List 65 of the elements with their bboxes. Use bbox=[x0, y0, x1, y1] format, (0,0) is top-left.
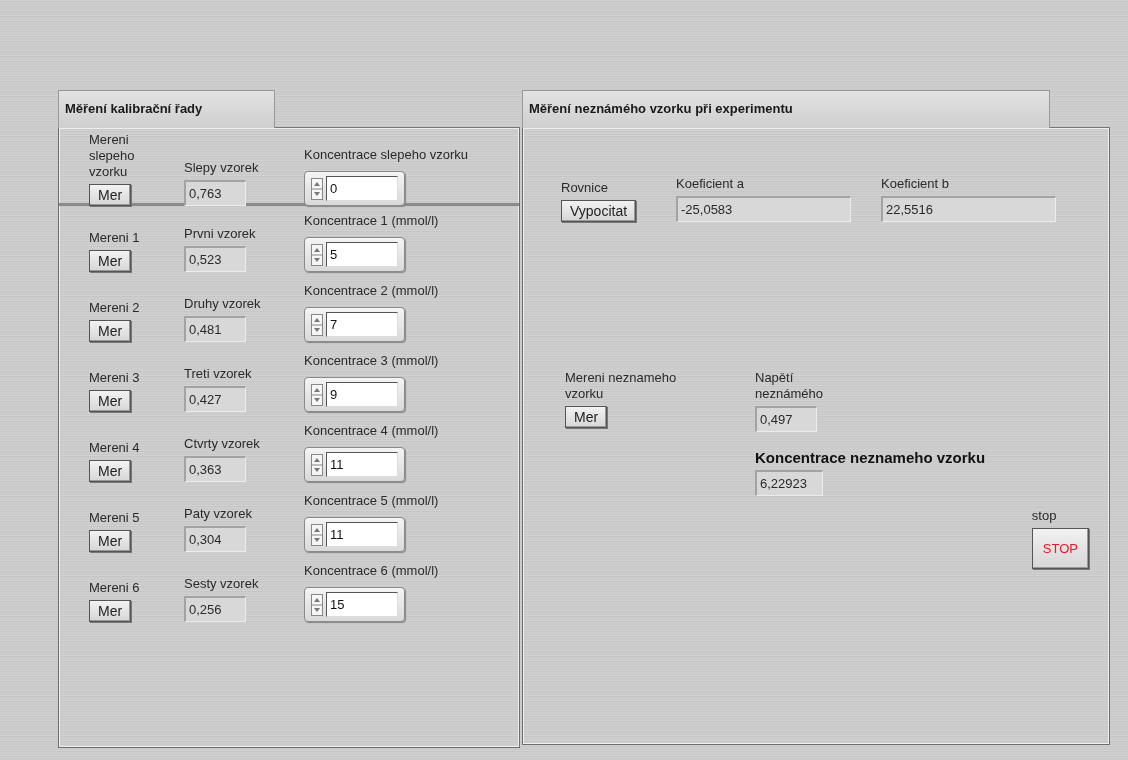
field-label: Druhy vzorek bbox=[184, 296, 261, 312]
measure-button[interactable]: Mer bbox=[565, 406, 608, 428]
measure-button[interactable]: Mer bbox=[89, 250, 132, 272]
number-field[interactable]: 9 bbox=[326, 382, 398, 407]
button-label: Mereni 3 bbox=[89, 370, 140, 386]
spinner-icon[interactable] bbox=[311, 453, 323, 476]
field-label: Koncentrace 1 (mmol/l) bbox=[304, 213, 439, 229]
value-display: 0,497 bbox=[755, 406, 817, 432]
button-label: stop bbox=[1031, 508, 1057, 524]
field-label: Koncentrace 4 (mmol/l) bbox=[304, 423, 439, 439]
value-display: 0,427 bbox=[184, 386, 246, 412]
field-label: Koncentrace 6 (mmol/l) bbox=[304, 563, 439, 579]
button-label: Mereni 6 bbox=[89, 580, 140, 596]
value-display: 0,763 bbox=[184, 180, 246, 206]
number-field[interactable]: 11 bbox=[326, 522, 398, 547]
field-label: Prvni vzorek bbox=[184, 226, 256, 242]
value-display: 0,363 bbox=[184, 456, 246, 482]
spinner-icon[interactable] bbox=[311, 243, 323, 266]
number-field[interactable]: 0 bbox=[326, 176, 398, 201]
value-display: 22,5516 bbox=[881, 196, 1056, 222]
button-label: Rovnice bbox=[561, 180, 608, 196]
value-display: -25,0583 bbox=[676, 196, 851, 222]
number-field[interactable]: 5 bbox=[326, 242, 398, 267]
button-label: Mereni 1 bbox=[89, 230, 140, 246]
button-label: Mereni neznameho vzorku bbox=[565, 370, 678, 402]
field-label: Koncentrace neznameho vzorku bbox=[755, 450, 986, 466]
spinner-icon[interactable] bbox=[311, 383, 323, 406]
value-display: 0,481 bbox=[184, 316, 246, 342]
measure-button[interactable]: Mer bbox=[89, 320, 132, 342]
panel-tab[interactable]: Měření kalibrační řady bbox=[58, 90, 275, 128]
field-label: Koeficient a bbox=[676, 176, 744, 192]
field-label: Napětí neznámého bbox=[755, 370, 824, 402]
measure-button[interactable]: Mer bbox=[89, 184, 132, 206]
button-label: Mereni 4 bbox=[89, 440, 140, 456]
measure-button[interactable]: Mer bbox=[89, 460, 132, 482]
value-display: 0,256 bbox=[184, 596, 246, 622]
field-label: Paty vzorek bbox=[184, 506, 252, 522]
field-label: Koncentrace 5 (mmol/l) bbox=[304, 493, 439, 509]
number-field[interactable]: 15 bbox=[326, 592, 398, 617]
field-label: Koncentrace 2 (mmol/l) bbox=[304, 283, 439, 299]
number-field[interactable]: 11 bbox=[326, 452, 398, 477]
button-label: Mereni slepeho vzorku bbox=[89, 132, 136, 180]
field-label: Koeficient b bbox=[881, 176, 949, 192]
measure-button[interactable]: Mer bbox=[89, 600, 132, 622]
spinner-icon[interactable] bbox=[311, 523, 323, 546]
field-label: Sesty vzorek bbox=[184, 576, 259, 592]
field-label: Slepy vzorek bbox=[184, 160, 259, 176]
measure-button[interactable]: Mer bbox=[89, 530, 132, 552]
value-display: 0,523 bbox=[184, 246, 246, 272]
spinner-icon[interactable] bbox=[311, 313, 323, 336]
spinner-icon[interactable] bbox=[311, 593, 323, 616]
stop-button[interactable]: STOP bbox=[1031, 528, 1089, 569]
measure-button[interactable]: Mer bbox=[89, 390, 132, 412]
field-label: Ctvrty vzorek bbox=[184, 436, 260, 452]
number-field[interactable]: 7 bbox=[326, 312, 398, 337]
spinner-icon[interactable] bbox=[311, 177, 323, 200]
value-display: 6,22923 bbox=[755, 470, 823, 496]
field-label: Treti vzorek bbox=[184, 366, 252, 382]
field-label: Koncentrace slepeho vzorku bbox=[304, 147, 469, 163]
button-label: Mereni 2 bbox=[89, 300, 140, 316]
calculate-button[interactable]: Vypocitat bbox=[561, 200, 637, 222]
panel-tab[interactable]: Měření neznámého vzorku při experimentu bbox=[522, 90, 1050, 128]
button-label: Mereni 5 bbox=[89, 510, 140, 526]
field-label: Koncentrace 3 (mmol/l) bbox=[304, 353, 439, 369]
value-display: 0,304 bbox=[184, 526, 246, 552]
